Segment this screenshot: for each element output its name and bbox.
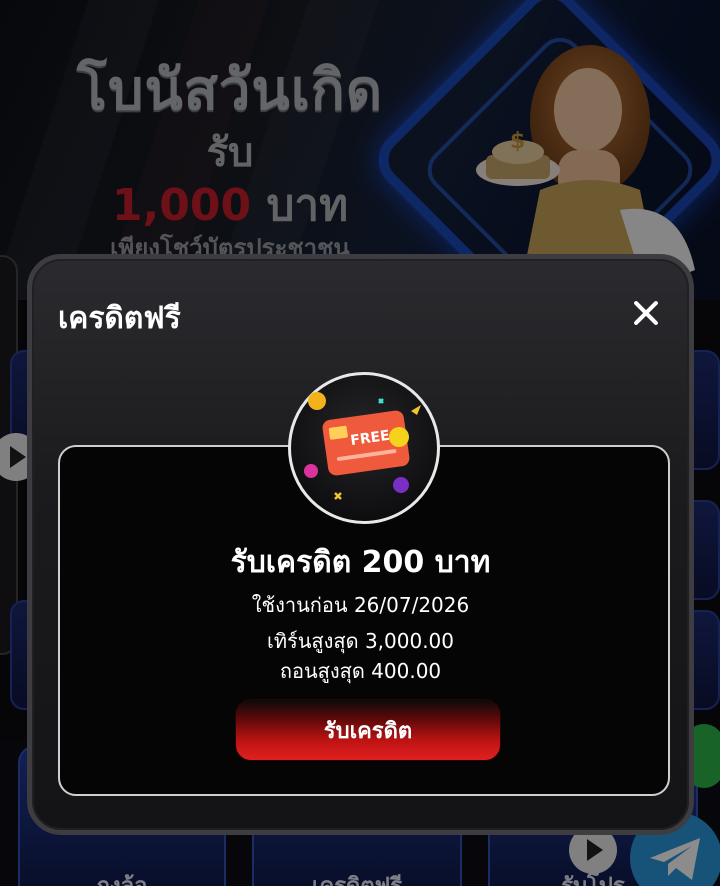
free-credit-badge: FREE <box>288 372 440 524</box>
free-credit-modal: เครดิตฟรี FREE รับเครดิต 200 บาท ใช้งานก… <box>27 254 694 835</box>
expiry-text: ใช้งานก่อน 26/07/2026 <box>251 593 470 617</box>
reward-title: รับเครดิต 200 บาท <box>230 545 491 580</box>
modal-title: เครดิตฟรี <box>58 301 181 336</box>
credit-card-icon: FREE <box>304 392 421 500</box>
close-icon[interactable] <box>628 295 664 331</box>
turnover-text: เทิร์นสูงสุด 3,000.00 <box>266 629 455 653</box>
withdraw-text: ถอนสูงสุด 400.00 <box>279 659 442 683</box>
page: โบนัสวันเกิด รับ 1,000 บาท เพียงโชว์บัตร… <box>0 0 720 886</box>
claim-credit-button[interactable]: รับเครดิต <box>235 699 501 761</box>
